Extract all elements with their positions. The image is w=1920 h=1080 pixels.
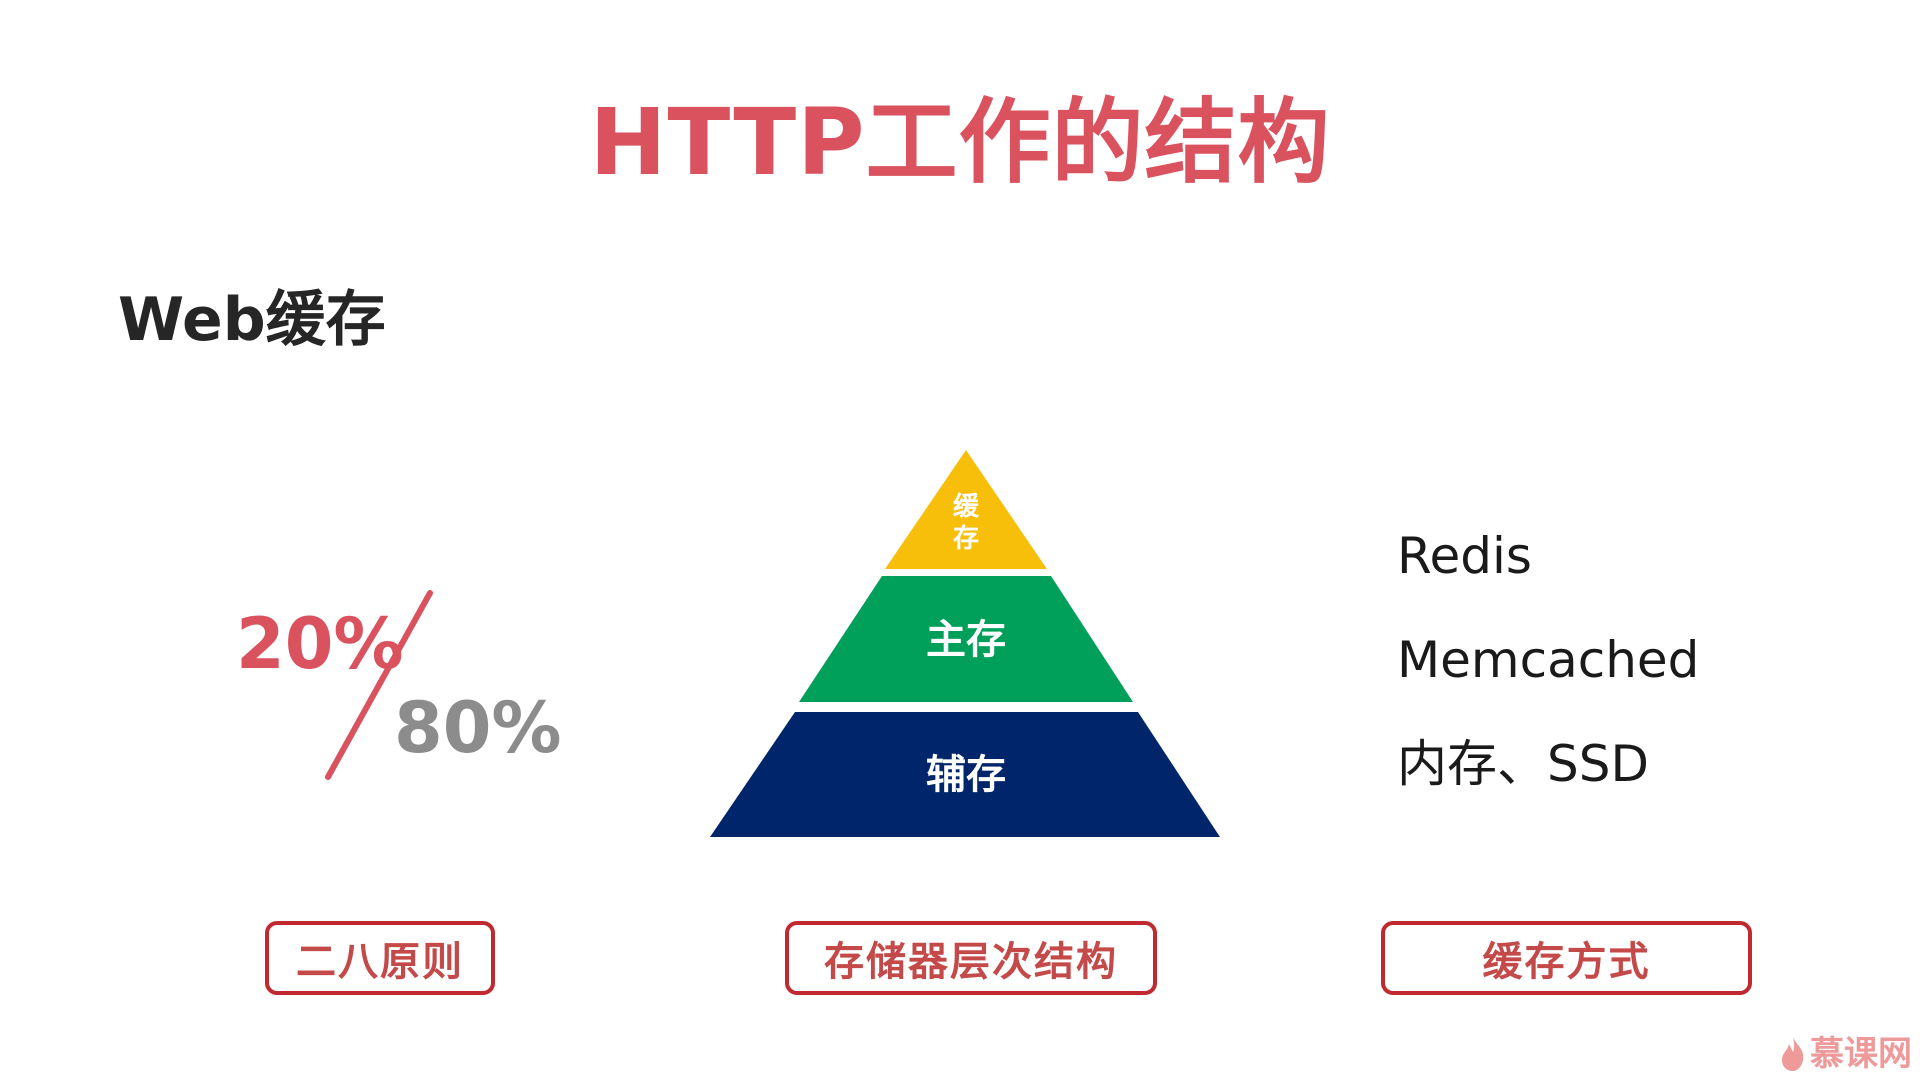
pyramid-main-memory-label: 主存	[926, 617, 1006, 663]
flame-icon	[1782, 1037, 1804, 1071]
section-title: Web缓存	[118, 285, 386, 355]
watermark-text: 慕课网	[1810, 1034, 1912, 1074]
cache-method-item: 内存、SSD	[1397, 735, 1649, 793]
label-cache-method: 缓存方式	[1381, 921, 1752, 995]
cache-method-list: Redis Memcached 内存、SSD	[1397, 525, 1699, 837]
storage-pyramid: 缓 存 主存 辅存	[710, 450, 1220, 837]
label-storage-hierarchy: 存储器层次结构	[785, 921, 1157, 995]
watermark: 慕课网	[1780, 1034, 1912, 1074]
slide-title: HTTP工作的结构	[589, 89, 1331, 196]
cache-method-item: Memcached	[1397, 631, 1700, 689]
pyramid-secondary-storage-label: 辅存	[926, 752, 1006, 798]
label-pareto-rule: 二八原则	[265, 921, 495, 995]
pyramid-cache-label-line1: 缓	[953, 491, 980, 522]
pyramid-cache-label-line2: 存	[953, 524, 979, 554]
cache-method-item: Redis	[1397, 527, 1532, 585]
percent-eighty: 80%	[394, 687, 562, 769]
